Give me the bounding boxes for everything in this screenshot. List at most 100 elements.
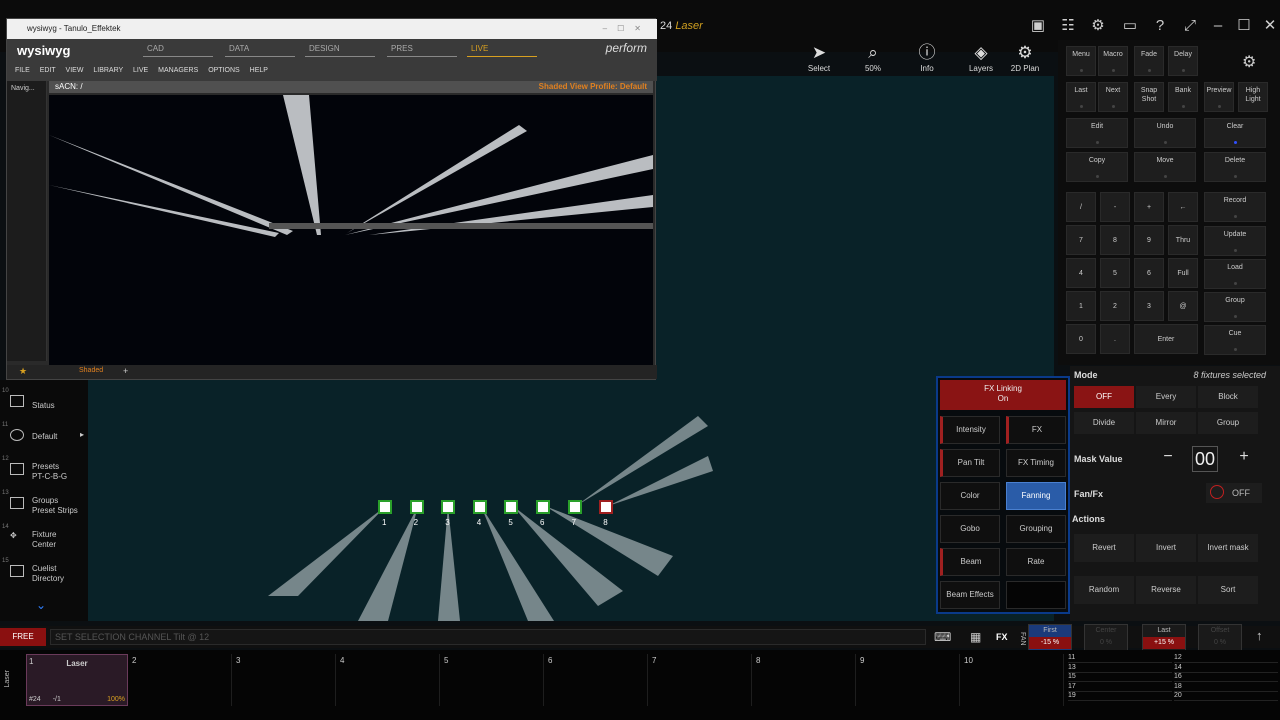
key-pad[interactable]: 7 xyxy=(1066,225,1096,255)
fixture-2[interactable] xyxy=(409,500,424,514)
cue-list-item[interactable]: 13 xyxy=(1068,664,1172,673)
action-revert[interactable]: Revert xyxy=(1074,534,1134,562)
cue-cell[interactable]: 6 xyxy=(546,654,648,706)
fx-intensity[interactable]: Intensity xyxy=(940,416,1000,444)
cue-list-item[interactable]: 20 xyxy=(1174,692,1278,702)
mixer-icon[interactable]: ☷ xyxy=(1058,16,1078,36)
key-copy[interactable]: Copy xyxy=(1066,152,1128,182)
fx-fx[interactable]: FX xyxy=(1006,416,1066,444)
help-icon[interactable]: ? xyxy=(1150,16,1170,36)
action-invert-mask[interactable]: Invert mask xyxy=(1198,534,1258,562)
layers-tool[interactable]: ◈ Layers xyxy=(956,42,1006,76)
lp-groups[interactable]: 13 Groups Preset Strips xyxy=(0,490,88,524)
key-last[interactable]: Last xyxy=(1066,82,1096,112)
key-pad[interactable]: 9 xyxy=(1134,225,1164,255)
key-pad[interactable]: 6 xyxy=(1134,258,1164,288)
gear-icon[interactable]: ⚙ xyxy=(1088,16,1108,36)
lp-cuelist[interactable]: 15 Cuelist Directory xyxy=(0,558,88,592)
key-pad[interactable]: + xyxy=(1134,192,1164,222)
arrow-up-icon[interactable]: ↑ xyxy=(1256,628,1263,643)
lp-default[interactable]: 11 Default ▸ xyxy=(0,422,88,456)
mode-mirror[interactable]: Mirror xyxy=(1136,412,1196,434)
cue-cell[interactable]: 2 xyxy=(130,654,232,706)
cue-list-item[interactable]: 12 xyxy=(1174,654,1278,663)
menu-view[interactable]: VIEW xyxy=(66,67,84,74)
fader-offset[interactable]: Offset 0 % xyxy=(1198,624,1242,652)
mode-divide[interactable]: Divide xyxy=(1074,412,1134,434)
menu-managers[interactable]: MANAGERS xyxy=(158,67,198,74)
grid-icon[interactable]: ▦ xyxy=(970,630,981,644)
lp-status[interactable]: 10 Status xyxy=(0,388,88,422)
key-move[interactable]: Move xyxy=(1134,152,1196,182)
cue-cell[interactable]: 7 xyxy=(650,654,752,706)
key-pad[interactable]: 3 xyxy=(1134,291,1164,321)
fixture-6[interactable] xyxy=(536,500,550,514)
menu-file[interactable]: FILE xyxy=(15,67,30,74)
tab-pres[interactable]: PRES xyxy=(387,43,457,57)
key-load[interactable]: Load xyxy=(1204,259,1266,289)
cue-list-item[interactable]: 18 xyxy=(1174,683,1278,692)
plus-icon[interactable]: + xyxy=(1234,448,1254,470)
mode-group[interactable]: Group xyxy=(1198,412,1258,434)
fx-label[interactable]: FX xyxy=(996,632,1008,642)
star-icon[interactable]: ★ xyxy=(19,366,27,377)
tab-shaded[interactable]: Shaded xyxy=(79,367,103,374)
key-next[interactable]: Next xyxy=(1098,82,1128,112)
fader-first[interactable]: First -15 % xyxy=(1028,624,1072,652)
cue-cell[interactable]: 10 xyxy=(962,654,1064,706)
cue-list-item[interactable]: 17 xyxy=(1068,683,1172,692)
key-update[interactable]: Update xyxy=(1204,226,1266,256)
zoom-tool[interactable]: ⌕ 50% xyxy=(848,42,898,76)
fanfx-toggle[interactable]: OFF xyxy=(1206,483,1262,503)
settings-gear-icon[interactable]: ⚙ xyxy=(1242,52,1256,72)
key-pad[interactable]: @ xyxy=(1168,291,1198,321)
fx-linking-button[interactable]: FX Linking On xyxy=(940,380,1066,410)
fx-color[interactable]: Color xyxy=(940,482,1000,510)
command-line[interactable]: SET SELECTION CHANNEL Tilt @ 12 xyxy=(50,629,926,645)
cue-cell[interactable]: 4 xyxy=(338,654,440,706)
window-controls[interactable]: –☐✕ xyxy=(603,19,651,39)
cue-list-item[interactable]: 14 xyxy=(1174,664,1278,673)
mode-off[interactable]: OFF xyxy=(1074,386,1134,408)
key-pad[interactable]: 2 xyxy=(1100,291,1130,321)
keyboard-icon[interactable]: ⌨ xyxy=(934,630,951,644)
fx-grouping[interactable]: Grouping xyxy=(1006,515,1066,543)
key-snapshot[interactable]: Snap Shot xyxy=(1134,82,1164,112)
mode-block[interactable]: Block xyxy=(1198,386,1258,408)
mode-every[interactable]: Every xyxy=(1136,386,1196,408)
key-edit[interactable]: Edit xyxy=(1066,118,1128,148)
cue-cell[interactable]: 3 xyxy=(234,654,336,706)
key-fade[interactable]: Fade xyxy=(1134,46,1164,76)
lp-presets[interactable]: 12 Presets PT-C-B-G xyxy=(0,456,88,490)
cue-list-item[interactable]: 16 xyxy=(1174,673,1278,683)
menu-help[interactable]: HELP xyxy=(250,67,268,74)
fx-beam-effects[interactable]: Beam Effects xyxy=(940,581,1000,609)
key-pad[interactable]: Thru xyxy=(1168,225,1198,255)
key-delete[interactable]: Delete xyxy=(1204,152,1266,182)
expand-icon[interactable]: ⤢ xyxy=(1180,16,1200,36)
fader-last[interactable]: Last +15 % xyxy=(1142,624,1186,652)
fixture-4[interactable] xyxy=(472,500,487,514)
cue-cell[interactable]: 9 xyxy=(858,654,960,706)
select-tool[interactable]: ➤ Select xyxy=(794,42,844,76)
monitor-icon[interactable]: ▣ xyxy=(1028,16,1048,36)
mask-value[interactable]: 00 xyxy=(1192,446,1218,472)
info-tool[interactable]: ⓘ Info xyxy=(902,42,952,76)
key-cue[interactable]: Cue xyxy=(1204,325,1266,355)
wysiwyg-window[interactable]: wysiwyg - Tanulo_Effektek –☐✕ wysiwyg CAD… xyxy=(6,18,657,380)
key-pad[interactable]: 0 xyxy=(1066,324,1096,354)
key-macro[interactable]: Macro xyxy=(1098,46,1128,76)
key-clear[interactable]: Clear xyxy=(1204,118,1266,148)
minimize-icon[interactable]: – xyxy=(1208,16,1228,36)
key-pad[interactable]: . xyxy=(1100,324,1130,354)
action-random[interactable]: Random xyxy=(1074,576,1134,604)
cue-cell[interactable]: 8 xyxy=(754,654,856,706)
cue-cell[interactable]: 5 xyxy=(442,654,544,706)
key-undo[interactable]: Undo xyxy=(1134,118,1196,148)
action-reverse[interactable]: Reverse xyxy=(1136,576,1196,604)
maximize-icon[interactable]: ☐ xyxy=(1234,16,1254,36)
cue-list-item[interactable]: 11 xyxy=(1068,654,1172,663)
fader-center[interactable]: Center 0 % xyxy=(1084,624,1128,652)
key-pad[interactable]: Full xyxy=(1168,258,1198,288)
tab-design[interactable]: DESIGN xyxy=(305,43,375,57)
